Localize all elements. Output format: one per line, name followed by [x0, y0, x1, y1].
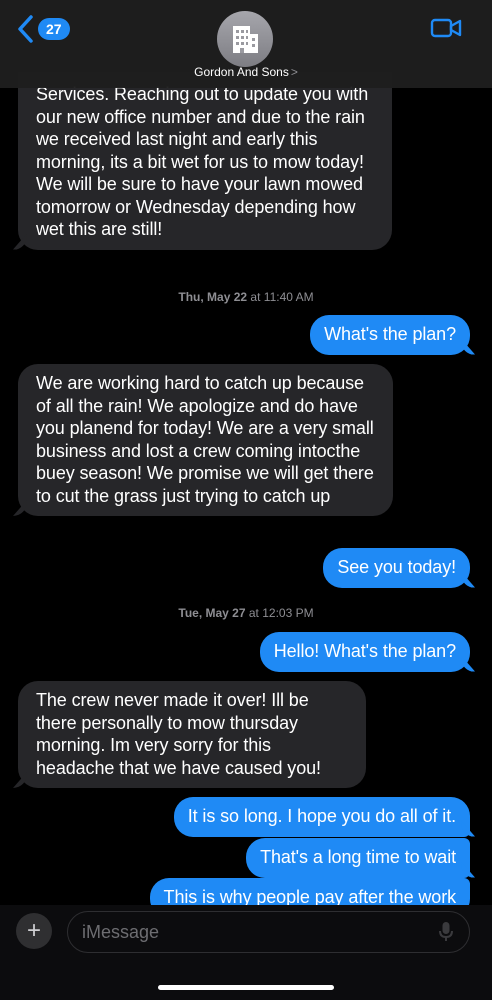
message-text: See you today! — [337, 557, 456, 577]
timestamp-time: 12:03 PM — [262, 606, 314, 620]
message-input-placeholder: iMessage — [82, 921, 160, 942]
message-outgoing[interactable]: It is so long. I hope you do all of it. — [173, 797, 470, 837]
message-incoming[interactable]: Services. Reaching out to update you wit… — [18, 72, 392, 250]
message-text: The crew never made it over! Ill be ther… — [36, 690, 321, 778]
message-text: We are working hard to catch up because … — [36, 373, 374, 506]
message-outgoing[interactable]: See you today! — [323, 548, 470, 588]
message-outgoing[interactable]: Hello! What's the plan? — [259, 632, 470, 672]
message-input[interactable]: iMessage — [67, 911, 470, 953]
microphone-icon[interactable] — [438, 921, 454, 943]
plus-icon: + — [26, 917, 41, 944]
message-incoming[interactable]: We are working hard to catch up because … — [18, 364, 393, 516]
video-camera-icon[interactable] — [430, 17, 462, 39]
conversation-header: 27 Gordon And Sons > — [0, 0, 492, 88]
chevron-right-icon: > — [290, 65, 298, 79]
message-text: Hello! What's the plan? — [273, 641, 456, 661]
timestamp: Thu, May 22 at 11:40 AM — [0, 290, 492, 304]
message-incoming[interactable]: The crew never made it over! Ill be ther… — [18, 681, 366, 788]
timestamp: Tue, May 27 at 12:03 PM — [0, 606, 492, 620]
message-outgoing[interactable]: What's the plan? — [310, 315, 470, 355]
timestamp-at: at — [250, 290, 261, 304]
back-button[interactable]: 27 — [16, 14, 70, 44]
timestamp-day: Tue, May 27 — [178, 606, 246, 620]
unread-count-badge: 27 — [38, 18, 70, 40]
message-outgoing[interactable]: That's a long time to wait — [246, 838, 470, 878]
timestamp-at: at — [248, 606, 259, 620]
contact-avatar[interactable] — [217, 11, 273, 67]
add-attachment-button[interactable]: + — [16, 913, 52, 949]
timestamp-day: Thu, May 22 — [178, 290, 248, 304]
message-text: What's the plan? — [324, 324, 456, 344]
building-icon — [233, 26, 258, 53]
message-text: Services. Reaching out to update you wit… — [36, 84, 369, 239]
message-text: It is so long. I hope you do all of it. — [187, 806, 456, 826]
timestamp-time: 11:40 AM — [263, 290, 314, 304]
chevron-left-icon — [18, 15, 33, 43]
home-indicator — [158, 985, 334, 990]
contact-name-button[interactable]: Gordon And Sons > — [0, 65, 492, 79]
message-thread[interactable]: Services. Reaching out to update you wit… — [0, 0, 492, 1000]
contact-name: Gordon And Sons — [194, 65, 289, 79]
message-text: That's a long time to wait — [260, 847, 456, 867]
